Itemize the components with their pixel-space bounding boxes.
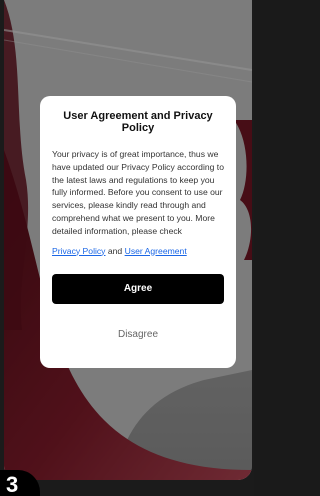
user-agreement-link[interactable]: User Agreement xyxy=(125,246,187,256)
dialog-title: User Agreement and Privacy Policy xyxy=(63,110,213,134)
disagree-button[interactable]: Disagree xyxy=(52,329,224,340)
dialog-message: Your privacy is of great importance, thu… xyxy=(52,149,224,236)
privacy-policy-link[interactable]: Privacy Policy xyxy=(52,246,105,256)
policy-links: Privacy Policy and User Agreement xyxy=(52,246,224,256)
screen: User Agreement and Privacy Policy Your p… xyxy=(0,0,254,496)
privacy-dialog: User Agreement and Privacy Policy Your p… xyxy=(40,96,236,368)
agree-button[interactable]: Agree xyxy=(52,273,224,304)
and-text: and xyxy=(107,245,123,256)
